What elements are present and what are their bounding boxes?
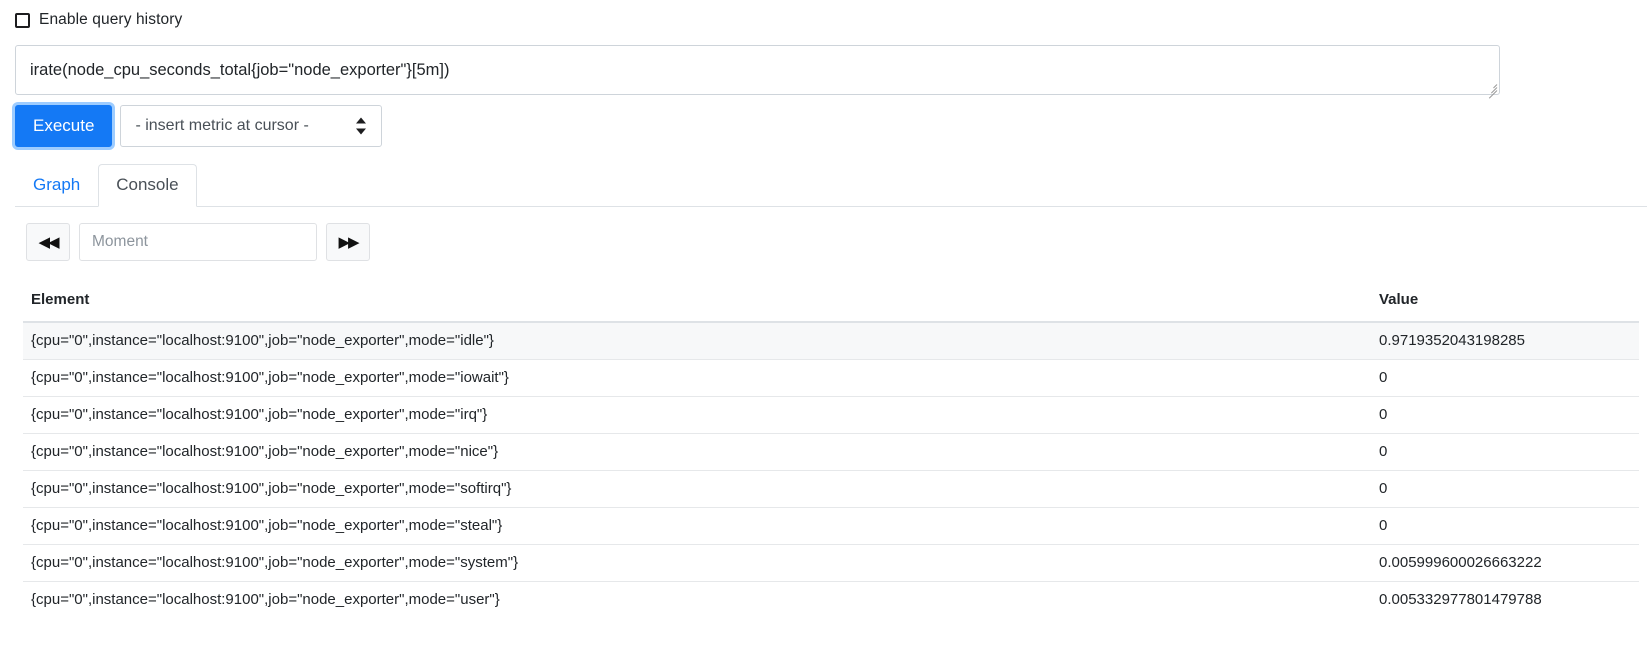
table-row[interactable]: {cpu="0",instance="localhost:9100",job="… xyxy=(23,396,1639,434)
enable-query-history-label: Enable query history xyxy=(39,11,183,29)
expression-browser: Enable query history Execute - insert me… xyxy=(0,0,1652,650)
console-panel: ◀◀ ▶▶ Element Value {cpu="0",instance="l… xyxy=(15,207,1647,618)
execute-button[interactable]: Execute xyxy=(15,105,113,147)
column-header-element: Element xyxy=(23,285,1371,323)
cell-element: {cpu="0",instance="localhost:9100",job="… xyxy=(23,321,1371,360)
insert-metric-select[interactable]: - insert metric at cursor - xyxy=(120,105,383,147)
table-row[interactable]: {cpu="0",instance="localhost:9100",job="… xyxy=(23,433,1639,471)
chevron-updown-icon xyxy=(356,117,367,135)
table-header-row: Element Value xyxy=(23,285,1639,323)
moment-step-back-button[interactable]: ◀◀ xyxy=(26,223,70,261)
expression-input[interactable] xyxy=(15,45,1500,95)
table-row[interactable]: {cpu="0",instance="localhost:9100",job="… xyxy=(23,544,1639,582)
cell-value: 0 xyxy=(1371,470,1639,508)
moment-input[interactable] xyxy=(79,223,317,261)
table-row[interactable]: {cpu="0",instance="localhost:9100",job="… xyxy=(23,321,1639,360)
cell-element: {cpu="0",instance="localhost:9100",job="… xyxy=(23,544,1371,582)
moment-controls: ◀◀ ▶▶ xyxy=(26,223,1639,261)
cell-element: {cpu="0",instance="localhost:9100",job="… xyxy=(23,470,1371,508)
results-table: Element Value {cpu="0",instance="localho… xyxy=(23,285,1639,618)
column-header-value: Value xyxy=(1371,285,1639,323)
query-history-row: Enable query history xyxy=(10,0,1642,40)
result-view-tabs: Graph Console xyxy=(15,163,1647,207)
results-table-body: {cpu="0",instance="localhost:9100",job="… xyxy=(23,321,1639,618)
cell-element: {cpu="0",instance="localhost:9100",job="… xyxy=(23,507,1371,545)
query-controls: Execute - insert metric at cursor - xyxy=(15,105,1642,147)
cell-element: {cpu="0",instance="localhost:9100",job="… xyxy=(23,433,1371,471)
enable-query-history-checkbox[interactable] xyxy=(15,12,30,28)
cell-value: 0 xyxy=(1371,359,1639,397)
cell-element: {cpu="0",instance="localhost:9100",job="… xyxy=(23,359,1371,397)
table-row[interactable]: {cpu="0",instance="localhost:9100",job="… xyxy=(23,507,1639,545)
results-table-head: Element Value xyxy=(23,285,1639,323)
insert-metric-select-value: - insert metric at cursor - xyxy=(135,117,309,134)
cell-value: 0 xyxy=(1371,507,1639,545)
double-chevron-left-icon: ◀◀ xyxy=(38,233,59,251)
moment-step-forward-button[interactable]: ▶▶ xyxy=(326,223,370,261)
tab-console[interactable]: Console xyxy=(98,164,197,207)
double-chevron-right-icon: ▶▶ xyxy=(338,233,359,251)
cell-value: 0.9719352043198285 xyxy=(1371,321,1639,360)
cell-value: 0 xyxy=(1371,396,1639,434)
cell-element: {cpu="0",instance="localhost:9100",job="… xyxy=(23,581,1371,618)
table-row[interactable]: {cpu="0",instance="localhost:9100",job="… xyxy=(23,359,1639,397)
table-row[interactable]: {cpu="0",instance="localhost:9100",job="… xyxy=(23,470,1639,508)
cell-value: 0.005999600026663222 xyxy=(1371,544,1639,582)
table-row[interactable]: {cpu="0",instance="localhost:9100",job="… xyxy=(23,581,1639,618)
cell-value: 0.005332977801479788 xyxy=(1371,581,1639,618)
cell-value: 0 xyxy=(1371,433,1639,471)
tab-graph[interactable]: Graph xyxy=(15,164,98,207)
cell-element: {cpu="0",instance="localhost:9100",job="… xyxy=(23,396,1371,434)
expression-input-wrap xyxy=(15,45,1500,99)
